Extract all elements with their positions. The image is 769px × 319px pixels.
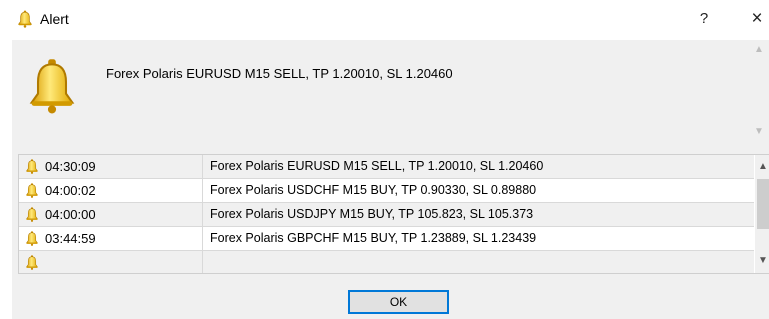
- list-item[interactable]: 04:00:02 Forex Polaris USDCHF M15 BUY, T…: [19, 179, 754, 203]
- time-cell: 04:00:00: [19, 203, 203, 226]
- alert-text: Forex Polaris EURUSD M15 SELL, TP 1.2001…: [210, 159, 544, 173]
- bell-icon: [25, 255, 39, 270]
- chevron-up-icon[interactable]: ▲: [757, 161, 769, 173]
- bell-icon: [25, 183, 39, 198]
- time-cell: 04:00:02: [19, 179, 203, 202]
- close-button[interactable]: ×: [746, 7, 768, 31]
- list-scrollbar[interactable]: ▲ ▼: [755, 155, 769, 273]
- alert-text: Forex Polaris USDCHF M15 BUY, TP 0.90330…: [210, 183, 537, 197]
- bell-icon: [17, 10, 33, 28]
- chevron-down-icon[interactable]: ▼: [757, 255, 769, 267]
- time-cell: 04:30:09: [19, 155, 203, 178]
- alert-text: Forex Polaris USDJPY M15 BUY, TP 105.823…: [210, 207, 534, 221]
- bell-icon: [25, 159, 39, 174]
- window-title: Alert: [40, 11, 69, 27]
- alert-time: 04:00:00: [45, 207, 96, 222]
- title-bar: Alert ? ×: [0, 0, 769, 40]
- list-item[interactable]: [19, 251, 754, 273]
- alert-message: Forex Polaris EURUSD M15 SELL, TP 1.2001…: [106, 66, 453, 81]
- alert-list[interactable]: 04:30:09 Forex Polaris EURUSD M15 SELL, …: [18, 154, 769, 274]
- scrollbar-thumb[interactable]: [757, 179, 769, 229]
- bell-icon: [26, 58, 78, 114]
- message-scrollbar[interactable]: ▲ ▼: [749, 40, 769, 144]
- list-item[interactable]: 04:00:00 Forex Polaris USDJPY M15 BUY, T…: [19, 203, 754, 227]
- help-button[interactable]: ?: [694, 8, 714, 30]
- list-item[interactable]: 03:44:59 Forex Polaris GBPCHF M15 BUY, T…: [19, 227, 754, 251]
- ok-button[interactable]: OK: [348, 290, 449, 314]
- bell-icon: [25, 231, 39, 246]
- list-item[interactable]: 04:30:09 Forex Polaris EURUSD M15 SELL, …: [19, 155, 754, 179]
- alert-time: 04:30:09: [45, 159, 96, 174]
- alert-time: 03:44:59: [45, 231, 96, 246]
- scroll-down-icon[interactable]: ▼: [753, 126, 765, 138]
- dialog-body: Forex Polaris EURUSD M15 SELL, TP 1.2001…: [12, 40, 769, 319]
- time-cell: [19, 251, 203, 273]
- time-cell: 03:44:59: [19, 227, 203, 250]
- bell-icon: [25, 207, 39, 222]
- alert-time: 04:00:02: [45, 183, 96, 198]
- scroll-up-icon[interactable]: ▲: [753, 44, 765, 56]
- alert-text: Forex Polaris GBPCHF M15 BUY, TP 1.23889…: [210, 231, 537, 245]
